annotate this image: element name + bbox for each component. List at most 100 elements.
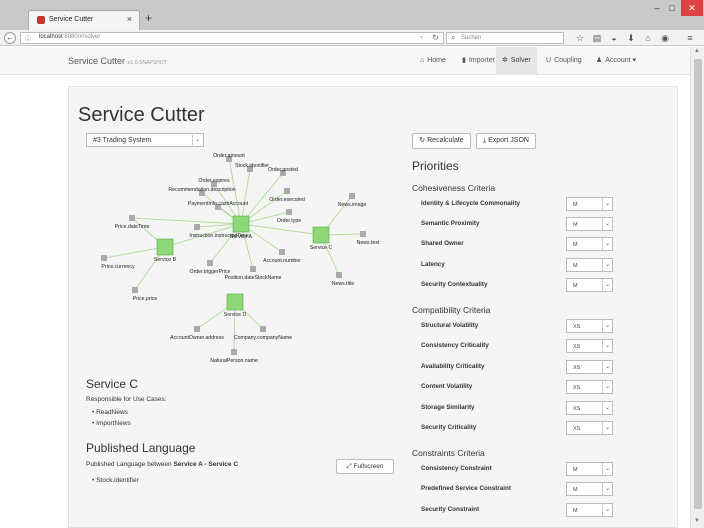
bookmark-star-icon[interactable]: ☆: [574, 32, 586, 44]
chevron-down-icon: ⌄: [602, 258, 612, 271]
reload-icon[interactable]: ↻: [432, 33, 439, 42]
service-node[interactable]: [312, 226, 330, 244]
attribute-node-label: Stock.identifier: [235, 163, 269, 169]
attribute-node-label: Company.companyName: [234, 335, 292, 341]
chevron-down-icon: ⌄: [602, 278, 612, 291]
criterion-label: Storage Similarity: [421, 403, 475, 411]
url-dropdown-icon[interactable]: ▿: [420, 34, 423, 41]
attribute-node[interactable]: [132, 287, 138, 293]
criterion-label: Shared Owner: [421, 240, 464, 248]
attribute-node[interactable]: [279, 249, 285, 255]
minimize-icon[interactable]: –: [650, 0, 664, 16]
recalculate-button[interactable]: ↻ Recalculate: [412, 133, 471, 149]
criterion-priority-select[interactable]: M ⌄: [566, 197, 613, 211]
browser-navbar: ← ⓘ localhost:8080/#/solver ▿ ↻ ⌕ Suchen…: [0, 30, 704, 46]
criterion-priority-select[interactable]: XS ⌄: [566, 421, 613, 435]
favicon-icon: [37, 16, 45, 24]
url-bar[interactable]: ⓘ localhost:8080/#/solver ▿ ↻: [20, 32, 444, 44]
criterion-priority-select[interactable]: M ⌄: [566, 277, 613, 292]
maximize-icon[interactable]: □: [665, 0, 679, 16]
criterion-priority-select[interactable]: M ⌄: [566, 237, 613, 252]
criterion-label: Consistency Constraint: [421, 465, 492, 472]
site-info-icon[interactable]: ⓘ: [25, 34, 31, 43]
home-browser-icon[interactable]: ⌂: [642, 32, 654, 44]
attribute-node[interactable]: [360, 231, 366, 237]
service-node-label: Service D: [224, 312, 247, 318]
criterion-label: Latency: [421, 260, 445, 268]
nav-importer[interactable]: ▮ Importer: [456, 47, 501, 75]
published-language-item: • Stock.identifier: [92, 477, 139, 484]
attribute-node[interactable]: [349, 193, 355, 199]
addon-icon[interactable]: ◉: [659, 32, 671, 44]
criterion-priority-select[interactable]: XS ⌄: [566, 400, 613, 415]
attribute-node-label: NaturalPerson.name: [210, 358, 258, 364]
fullscreen-button[interactable]: ⤢ Fullscreen: [336, 459, 394, 474]
page-scrollbar[interactable]: ▲ ▼: [690, 47, 704, 528]
criterion-priority-select[interactable]: XS ⌄: [566, 339, 613, 354]
criterion-priority-select[interactable]: M ⌄: [566, 257, 613, 272]
download-icon[interactable]: ⬇: [625, 32, 637, 44]
criterion-priority-select[interactable]: M ⌄: [566, 502, 613, 517]
menu-icon[interactable]: ≡: [684, 32, 696, 44]
system-select[interactable]: #3 Trading System ⌄: [86, 133, 204, 147]
attribute-node[interactable]: [250, 266, 256, 272]
attribute-node[interactable]: [207, 260, 213, 266]
service-node[interactable]: [226, 293, 244, 311]
criterion-label: Semantic Proximity: [421, 220, 480, 228]
criterion-priority-select[interactable]: XS ⌄: [566, 359, 613, 374]
criterion-priority-select[interactable]: M ⌄: [566, 482, 613, 497]
attribute-node[interactable]: [286, 209, 292, 215]
attribute-node[interactable]: [101, 255, 107, 261]
criterion-label: Security Contextuality: [421, 280, 488, 288]
scroll-up-icon[interactable]: ▲: [694, 48, 700, 54]
attribute-node-label: Order.expires: [198, 178, 230, 184]
chevron-down-icon: ⌄: [602, 360, 612, 373]
nav-coupling[interactable]: U Coupling: [540, 47, 588, 75]
scroll-down-icon[interactable]: ▼: [694, 518, 700, 524]
criterion-label: Consistency Criticality: [421, 342, 489, 350]
home-icon: ⌂: [420, 57, 425, 64]
pocket-icon[interactable]: ◒: [608, 32, 620, 44]
attribute-node-label: Price.currency: [101, 264, 135, 270]
attribute-node[interactable]: [129, 215, 135, 221]
attribute-node[interactable]: [284, 188, 290, 194]
service-node-label: Service B: [154, 257, 177, 263]
export-json-button[interactable]: ⤓ Export JSON: [476, 133, 536, 149]
attribute-node[interactable]: [231, 349, 237, 355]
back-arrow-icon[interactable]: ←: [4, 32, 16, 44]
criterion-priority-select[interactable]: M ⌄: [566, 217, 613, 232]
attribute-node-label: Order.executed: [269, 197, 305, 203]
new-tab-icon[interactable]: +: [145, 11, 152, 25]
attribute-node-label: Position.dateStockName: [225, 275, 282, 281]
nav-home[interactable]: ⌂ Home: [414, 47, 452, 75]
priority-value: M: [573, 467, 578, 473]
scroll-thumb[interactable]: [694, 59, 702, 509]
criterion-priority-select[interactable]: M ⌄: [566, 462, 613, 476]
browser-tab[interactable]: Service Cutter ×: [28, 10, 140, 30]
attribute-node[interactable]: [194, 224, 200, 230]
nav-solver[interactable]: ✲ Solver: [496, 47, 537, 75]
search-input[interactable]: ⌕ Suchen: [446, 32, 564, 44]
service-node[interactable]: [156, 238, 174, 256]
criterion-priority-select[interactable]: XS ⌄: [566, 319, 613, 333]
priority-value: XS: [573, 324, 581, 330]
attribute-node-label: News.image: [338, 202, 367, 208]
attribute-node[interactable]: [194, 326, 200, 332]
service-node[interactable]: [232, 215, 250, 233]
nav-account[interactable]: ♟ Account ▾: [590, 47, 642, 75]
criterion-priority-select[interactable]: XS ⌄: [566, 380, 613, 395]
service-graph[interactable]: Order.amount Stock.identifierOrder.posted…: [90, 150, 400, 375]
criteria-group-title: Cohesiveness Criteria: [412, 183, 496, 193]
tab-close-icon[interactable]: ×: [127, 14, 132, 24]
window-close-icon[interactable]: ✕: [681, 0, 703, 16]
use-case-item: • ReadNews: [92, 409, 128, 416]
brand[interactable]: Service Cutter v1.0-SNAPSHOT: [68, 56, 167, 66]
attribute-node[interactable]: [260, 326, 266, 332]
reading-list-icon[interactable]: ▤: [591, 32, 603, 44]
criterion-label: Identity & Lifecycle Commonality: [421, 200, 521, 207]
chevron-down-icon: ⌄: [602, 483, 612, 496]
attribute-node-label: Price.dateTime: [115, 224, 150, 230]
criteria-group-title: Compatibility Criteria: [412, 305, 491, 315]
user-icon: ♟: [596, 57, 603, 64]
attribute-node[interactable]: [336, 272, 342, 278]
